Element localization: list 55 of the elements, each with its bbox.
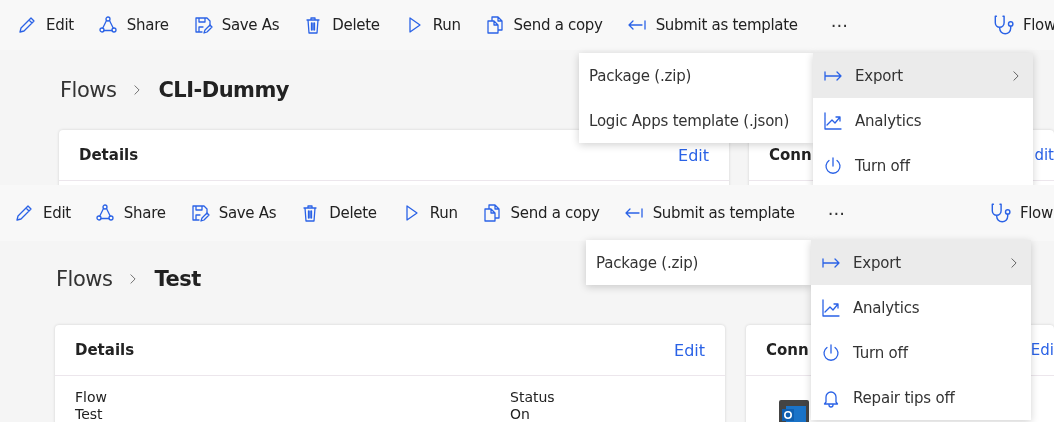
- pencil-icon: [14, 203, 34, 223]
- card-title: Details: [79, 146, 139, 164]
- save-as-icon: [192, 15, 213, 35]
- toolbar-button[interactable]: Delete: [302, 11, 381, 39]
- toolbar-button[interactable]: Send a copy: [480, 199, 601, 227]
- toolbar-button[interactable]: Share: [96, 11, 170, 39]
- share-icon: [97, 15, 118, 35]
- breadcrumb-link[interactable]: Flows: [60, 78, 117, 102]
- power-icon: [823, 155, 843, 176]
- copy-icon: [481, 203, 502, 223]
- chart-icon: [823, 110, 843, 131]
- menu-item[interactable]: Export: [811, 240, 1031, 285]
- menu-item[interactable]: Turn off: [813, 143, 1033, 185]
- toolbar-button[interactable]: Send a copy: [483, 11, 604, 39]
- toolbar-button[interactable]: Submit as template: [622, 199, 796, 227]
- menu-item[interactable]: Logic Apps template (.json): [579, 98, 813, 143]
- breadcrumb-link[interactable]: Flows: [56, 267, 113, 291]
- power-icon: [821, 342, 841, 363]
- menu-item[interactable]: Analytics: [813, 98, 1033, 143]
- toolbar-button[interactable]: Save As: [188, 199, 278, 227]
- edit-link[interactable]: dit: [1034, 146, 1054, 164]
- card-title: Details: [75, 341, 135, 359]
- toolbar-button[interactable]: Edit: [13, 199, 72, 227]
- save-as-icon: [189, 203, 210, 223]
- toolbar-button[interactable]: Submit as template: [625, 11, 799, 39]
- menu-item[interactable]: Package (.zip): [586, 240, 811, 285]
- toolbar-button[interactable]: Flow: [987, 198, 1054, 228]
- card-title: Conn: [769, 146, 812, 164]
- toolbar-button[interactable]: Share: [93, 199, 167, 227]
- chart-icon: [821, 297, 841, 318]
- edit-link[interactable]: Edit: [674, 340, 705, 360]
- menu-item[interactable]: Analytics: [811, 285, 1031, 330]
- page-title: Test: [154, 267, 201, 291]
- field-value: On: [510, 406, 531, 422]
- copy-icon: [484, 15, 505, 35]
- toolbar-button[interactable]: Save As: [191, 11, 281, 39]
- share-icon: [94, 203, 115, 223]
- toolbar-button[interactable]: Run: [399, 199, 459, 227]
- menu-item[interactable]: Package (.zip): [579, 53, 813, 98]
- menu-item[interactable]: Turn off: [811, 330, 1031, 375]
- field-value: Test: [75, 406, 104, 422]
- edit-link[interactable]: Edit: [678, 145, 709, 165]
- toolbar-button[interactable]: Run: [402, 11, 462, 39]
- page-title: CLI-Dummy: [158, 78, 290, 102]
- pencil-icon: [17, 15, 37, 35]
- menu-item[interactable]: Export: [813, 53, 1033, 98]
- field-label: Status: [510, 389, 555, 406]
- toolbar-button[interactable]: Edit: [16, 11, 75, 39]
- edit-link[interactable]: Edi: [1030, 341, 1054, 359]
- field-label: Flow: [75, 389, 108, 406]
- menu-item[interactable]: Repair tips off: [811, 375, 1031, 420]
- more-button[interactable]: ···: [823, 200, 849, 226]
- toolbar-button[interactable]: Delete: [299, 199, 378, 227]
- more-button[interactable]: ···: [826, 12, 852, 38]
- card-title: Conn: [766, 341, 809, 359]
